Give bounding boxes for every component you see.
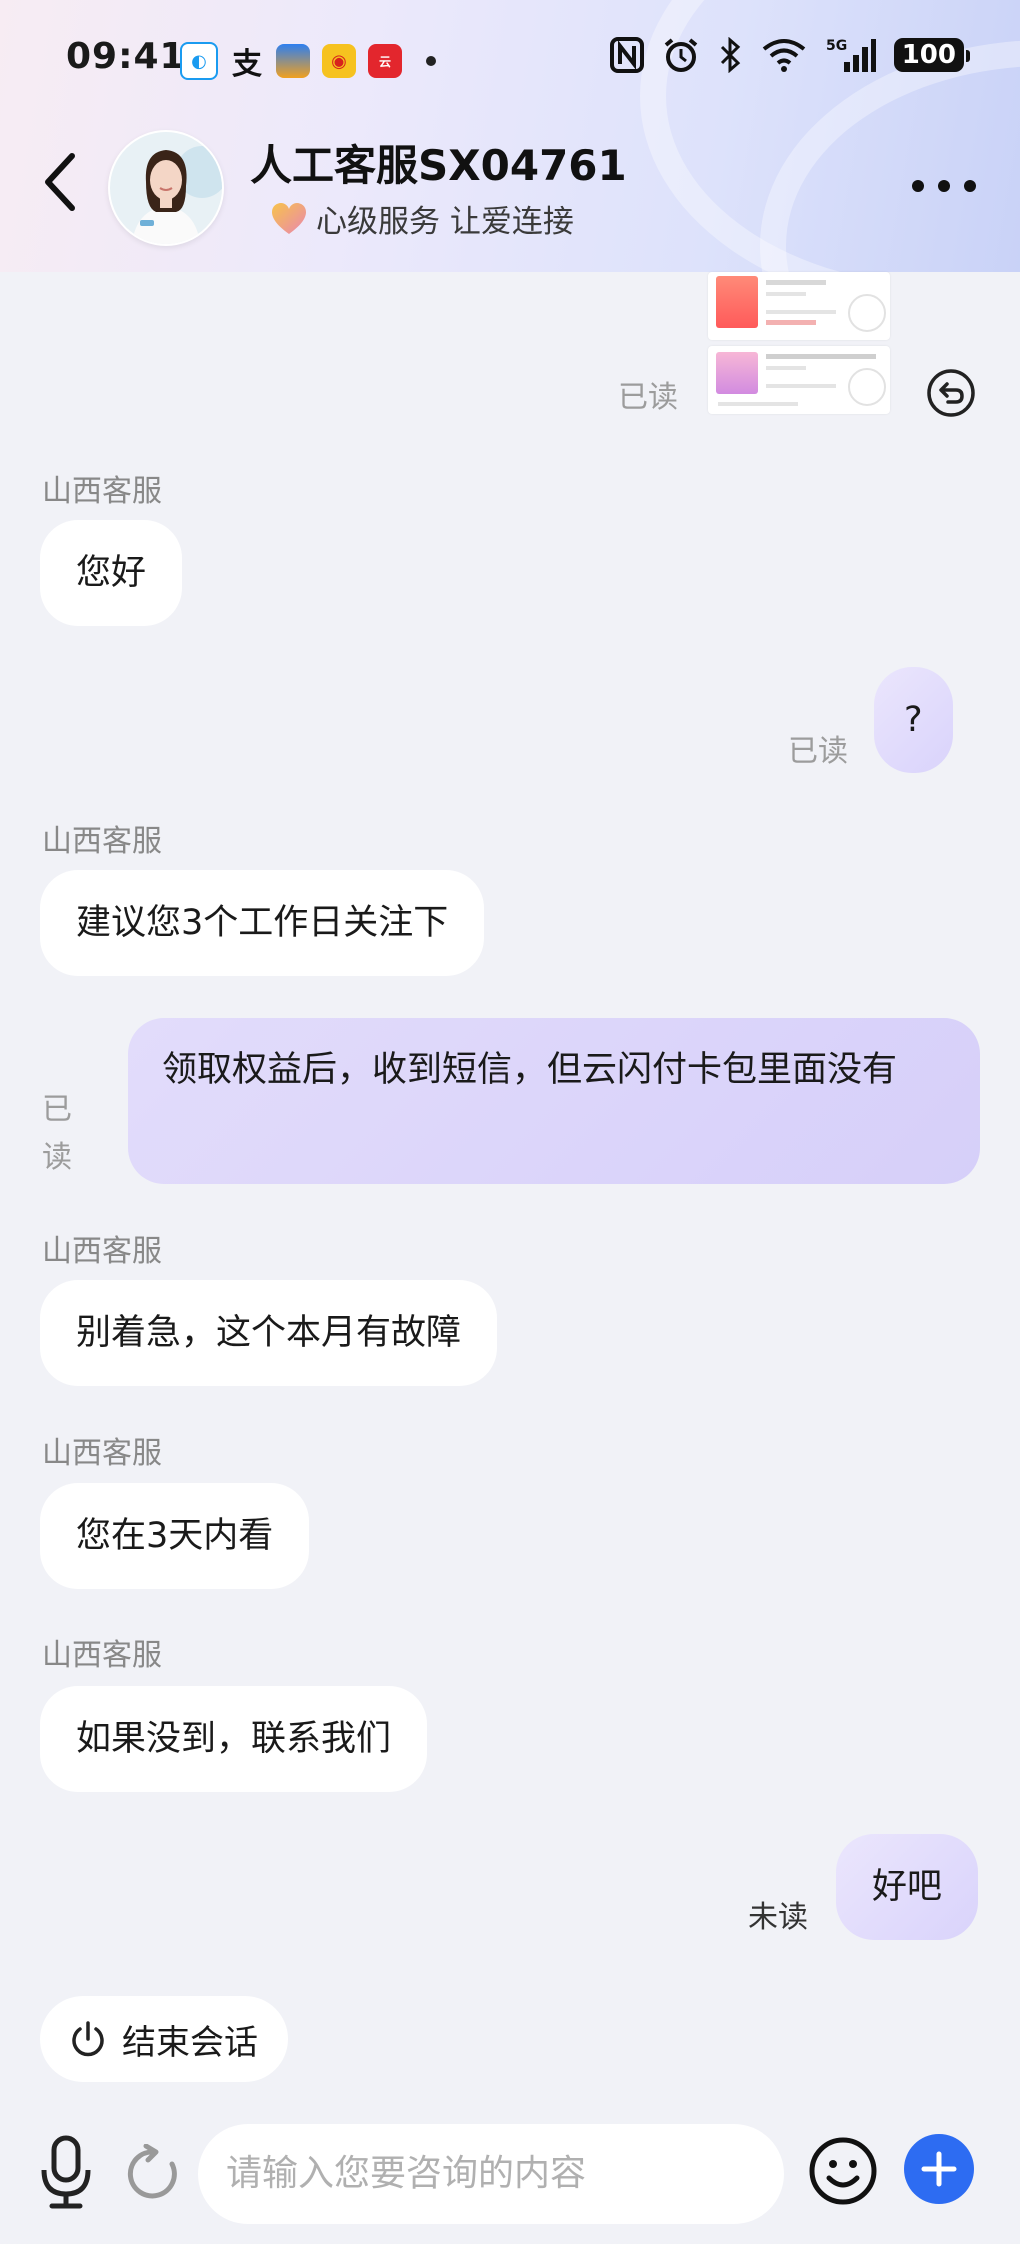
outgoing-message-bubble[interactable]: ? — [874, 667, 953, 773]
unionpay-notification-icon: 云 — [368, 44, 402, 78]
outgoing-message-bubble[interactable]: 领取权益后，收到短信，但云闪付卡包里面没有 — [128, 1018, 980, 1184]
battery-indicator: 100 — [893, 38, 971, 72]
outgoing-message-bubble[interactable]: 好吧 — [836, 1834, 979, 1940]
add-attachment-button[interactable] — [904, 2134, 974, 2204]
alarm-icon — [664, 38, 697, 72]
read-status: 已读 — [42, 1092, 72, 1175]
agent-subtitle: 心级服务 让爱连接 — [270, 196, 574, 241]
refresh-icon[interactable] — [124, 2144, 184, 2204]
chat-notification-icon: ◐ — [180, 42, 218, 80]
alipay-notification-icon: 支 — [232, 47, 262, 82]
status-time: 09:41 — [66, 36, 186, 77]
sent-image-message[interactable] — [708, 272, 890, 422]
wallet-notification-icon — [276, 44, 310, 78]
incoming-message-bubble[interactable]: 别着急，这个本月有故障 — [40, 1280, 498, 1386]
more-options-button[interactable] — [912, 180, 976, 192]
svg-text:5G: 5G — [826, 38, 847, 54]
more-dot-icon — [938, 180, 950, 192]
bluetooth-icon — [720, 37, 740, 73]
input-bar: 请输入您要咨询的内容 — [0, 2110, 1020, 2244]
incoming-message-bubble[interactable]: 建议您3个工作日关注下 — [40, 870, 485, 976]
end-session-button[interactable]: 结束会话 — [40, 1996, 288, 2082]
notification-icons: ◐ 支 ◉ 云 — [180, 42, 436, 82]
sender-name: 山西客服 — [42, 1234, 162, 1269]
read-status: 已读 — [618, 380, 678, 415]
weibo-notification-icon: ◉ — [322, 44, 356, 78]
sender-name: 山西客服 — [42, 824, 162, 859]
agent-subtitle-text: 心级服务 让爱连接 — [316, 204, 574, 240]
agent-name: 人工客服SX04761 — [250, 141, 627, 190]
emoji-icon[interactable] — [808, 2136, 878, 2206]
end-session-label: 结束会话 — [122, 2022, 258, 2063]
more-dot-icon — [912, 180, 924, 192]
heart-icon — [272, 202, 306, 234]
microphone-icon[interactable] — [38, 2134, 94, 2210]
status-bar: 09:41 ◐ 支 ◉ 云 5G 100 — [0, 0, 1020, 120]
cellular-5g-icon: 5G — [826, 38, 876, 72]
incoming-message-bubble[interactable]: 您在3天内看 — [40, 1483, 310, 1589]
plus-icon — [921, 2151, 957, 2187]
incoming-message-bubble[interactable]: 如果没到，联系我们 — [40, 1686, 428, 1792]
message-input[interactable]: 请输入您要咨询的内容 — [198, 2124, 784, 2224]
sender-name: 山西客服 — [42, 474, 162, 509]
sender-name: 山西客服 — [42, 1638, 162, 1673]
sender-name: 山西客服 — [42, 1436, 162, 1471]
read-status: 已读 — [788, 734, 848, 769]
coupon-card-thumbnail — [708, 346, 890, 414]
incoming-message-bubble[interactable]: 您好 — [40, 520, 183, 626]
more-dot-icon — [964, 180, 976, 192]
wifi-icon — [762, 39, 805, 72]
recall-message-icon[interactable] — [926, 368, 976, 418]
nfc-icon — [609, 37, 644, 73]
coupon-card-thumbnail — [708, 272, 890, 340]
unread-status: 未读 — [748, 1900, 808, 1935]
more-notifications-dot — [426, 56, 436, 66]
system-status-icons: 5G 100 — [609, 36, 971, 74]
agent-avatar — [108, 130, 224, 246]
power-icon — [72, 2021, 104, 2057]
back-icon[interactable] — [40, 150, 80, 214]
chat-header: 09:41 ◐ 支 ◉ 云 5G 100 人工客服SX04761 心级服务 让爱… — [0, 0, 1020, 272]
